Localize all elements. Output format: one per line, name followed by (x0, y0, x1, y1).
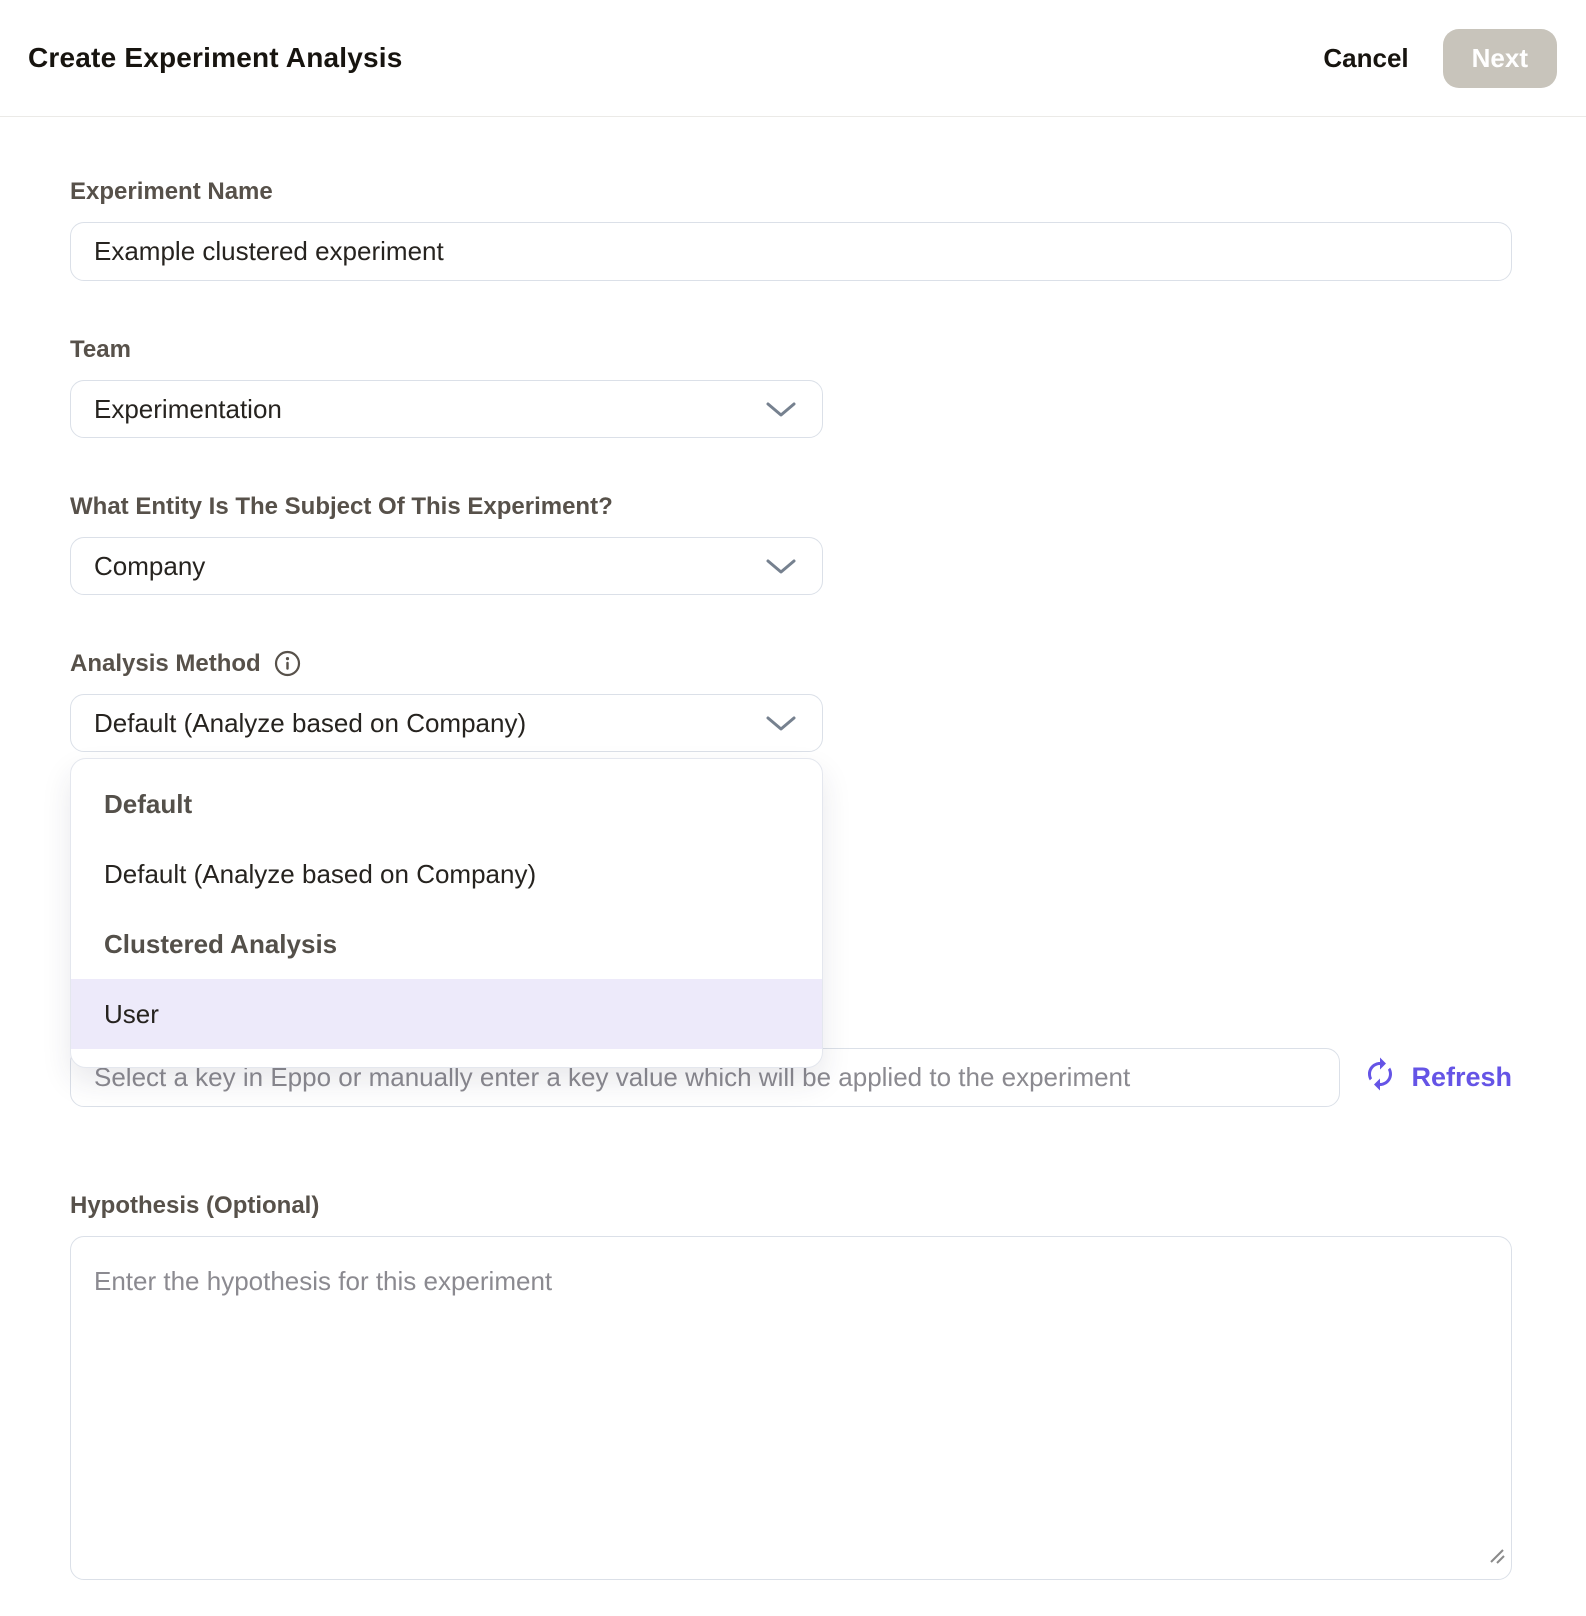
chevron-down-icon (766, 394, 796, 425)
dropdown-group-default: Default (71, 769, 822, 839)
refresh-link[interactable]: Refresh (1362, 1056, 1512, 1099)
chevron-down-icon (766, 708, 796, 739)
entity-label: What Entity Is The Subject Of This Exper… (70, 492, 1512, 521)
analysis-method-dropdown-menu: Default Default (Analyze based on Compan… (70, 758, 823, 1068)
experiment-name-input[interactable] (70, 222, 1512, 281)
dropdown-option-default-company[interactable]: Default (Analyze based on Company) (71, 839, 822, 909)
chevron-down-icon (766, 551, 796, 582)
refresh-icon (1362, 1056, 1398, 1099)
hypothesis-textarea[interactable] (70, 1236, 1512, 1580)
team-select[interactable]: Experimentation (70, 380, 823, 438)
experiment-form: Experiment Name Team Experimentation Wha… (0, 177, 1586, 1580)
cancel-button[interactable]: Cancel (1323, 43, 1408, 74)
entity-select-value: Company (94, 551, 205, 582)
experiment-name-label: Experiment Name (70, 177, 1512, 206)
analysis-method-label-row: Analysis Method (70, 649, 1512, 678)
info-icon[interactable] (274, 650, 301, 677)
hypothesis-textarea-wrap (70, 1236, 1512, 1580)
hypothesis-label: Hypothesis (Optional) (70, 1191, 1512, 1220)
analysis-method-select[interactable]: Default (Analyze based on Company) (70, 694, 823, 752)
page-title: Create Experiment Analysis (28, 42, 403, 74)
analysis-method-select-value: Default (Analyze based on Company) (94, 708, 526, 739)
modal-header: Create Experiment Analysis Cancel Next (0, 0, 1586, 117)
dropdown-group-clustered-analysis: Clustered Analysis (71, 909, 822, 979)
entity-select[interactable]: Company (70, 537, 823, 595)
refresh-label: Refresh (1411, 1062, 1512, 1093)
dropdown-option-user[interactable]: User (71, 979, 822, 1049)
next-button[interactable]: Next (1443, 29, 1557, 88)
analysis-method-label: Analysis Method (70, 649, 261, 678)
header-actions: Cancel Next (1323, 29, 1557, 88)
team-select-value: Experimentation (94, 394, 282, 425)
team-label: Team (70, 335, 1512, 364)
